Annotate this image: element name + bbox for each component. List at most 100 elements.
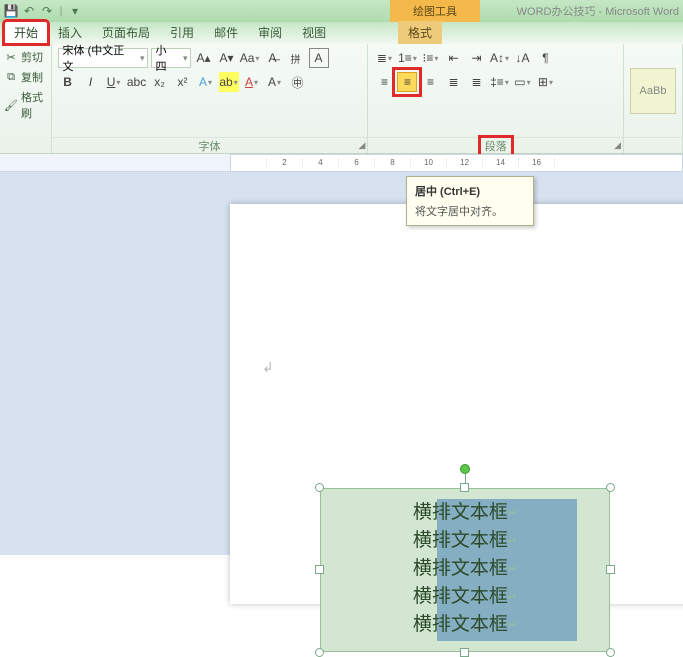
scissors-icon: ✂ <box>4 50 18 64</box>
multilevel-list-button[interactable]: ⁝≡ <box>420 48 440 68</box>
font-family-select[interactable]: 宋体 (中文正文 <box>58 48 148 68</box>
resize-handle-tl[interactable] <box>315 483 324 492</box>
styles-group-label <box>624 137 682 153</box>
change-case-button[interactable]: Aa <box>240 48 260 68</box>
quick-access-toolbar: 💾 ↶ ↷ | ▾ <box>4 4 82 18</box>
resize-handle-tm[interactable] <box>460 483 469 492</box>
shrink-font-button[interactable]: A▾ <box>217 48 237 68</box>
text-effects-button[interactable]: A <box>196 72 216 92</box>
textbox-line: 横排文本框 <box>321 527 609 555</box>
numbering-button[interactable]: 1≡ <box>397 48 417 68</box>
ruler-tick: 6 <box>339 158 375 168</box>
paragraph-group-label: 段落 ◢ <box>368 137 623 153</box>
horizontal-ruler[interactable]: 2 4 6 8 10 12 14 16 <box>230 154 683 172</box>
ruler-tick: 12 <box>447 158 483 168</box>
shading-button[interactable]: ▭ <box>512 72 532 92</box>
format-painter-button[interactable]: 🖌 格式刷 <box>2 88 49 122</box>
resize-handle-mr[interactable] <box>606 565 615 574</box>
resize-handle-br[interactable] <box>606 648 615 657</box>
tab-view[interactable]: 视图 <box>292 21 336 44</box>
textbox-line: 横排文本框 <box>321 611 609 639</box>
ruler-tick: 8 <box>375 158 411 168</box>
undo-icon[interactable]: ↶ <box>22 4 36 18</box>
font-size-select[interactable]: 小四 <box>151 48 191 68</box>
redo-icon[interactable]: ↷ <box>40 4 54 18</box>
character-shading-button[interactable]: A <box>265 72 285 92</box>
brush-icon: 🖌 <box>4 98 18 112</box>
font-dialog-launcher-icon[interactable]: ◢ <box>359 140 366 151</box>
bold-button[interactable]: B <box>58 72 78 92</box>
tab-page-layout[interactable]: 页面布局 <box>92 21 160 44</box>
italic-button[interactable]: I <box>81 72 101 92</box>
phonetic-guide-button[interactable]: 拼 <box>286 48 306 68</box>
align-left-button[interactable]: ≡ <box>374 72 394 92</box>
ruler-tick: 14 <box>483 158 519 168</box>
justify-button[interactable]: ≣ <box>443 72 463 92</box>
enclose-characters-button[interactable]: ㊥ <box>288 72 308 92</box>
rotate-handle[interactable] <box>460 464 470 474</box>
textbox-line: 横排文本框 <box>321 583 609 611</box>
align-center-button[interactable]: ≡ <box>397 72 417 92</box>
tab-review[interactable]: 审阅 <box>248 21 292 44</box>
cut-label: 剪切 <box>21 49 43 65</box>
tab-format[interactable]: 格式 <box>398 21 442 44</box>
ribbon: ✂ 剪切 ⧉ 复制 🖌 格式刷 宋体 (中文正文 小四 A▴ A▾ Aa A̶ … <box>0 44 683 154</box>
highlight-button[interactable]: ab <box>219 72 239 92</box>
tooltip-title: 居中 (Ctrl+E) <box>415 183 525 199</box>
distributed-button[interactable]: ≣ <box>466 72 486 92</box>
copy-icon: ⧉ <box>4 70 18 84</box>
document-title: WORD办公技巧 - Microsoft Word <box>517 3 679 19</box>
qat-separator: | <box>58 5 64 17</box>
subscript-button[interactable]: x₂ <box>150 72 170 92</box>
align-right-button[interactable]: ≡ <box>420 72 440 92</box>
save-icon[interactable]: 💾 <box>4 4 18 18</box>
text-direction-button[interactable]: A↕ <box>489 48 509 68</box>
style-swatch-normal[interactable]: AaBb <box>630 68 676 114</box>
ruler-tick: 10 <box>411 158 447 168</box>
strikethrough-button[interactable]: abc <box>127 72 147 92</box>
customize-qat-icon[interactable]: ▾ <box>68 4 82 18</box>
group-clipboard: ✂ 剪切 ⧉ 复制 🖌 格式刷 <box>0 44 52 153</box>
tab-insert[interactable]: 插入 <box>48 21 92 44</box>
underline-button[interactable]: U <box>104 72 124 92</box>
resize-handle-tr[interactable] <box>606 483 615 492</box>
clear-formatting-button[interactable]: A̶ <box>263 48 283 68</box>
sort-button[interactable]: ↓A <box>512 48 532 68</box>
textbox-text[interactable]: 横排文本框 横排文本框 横排文本框 横排文本框 横排文本框 <box>321 499 609 639</box>
decrease-indent-button[interactable]: ⇤ <box>443 48 463 68</box>
copy-label: 复制 <box>21 69 43 85</box>
ruler-area: 2 4 6 8 10 12 14 16 <box>0 154 683 172</box>
textbox-body[interactable]: 横排文本框 横排文本框 横排文本框 横排文本框 横排文本框 <box>320 488 610 652</box>
textbox-shape[interactable]: 横排文本框 横排文本框 横排文本框 横排文本框 横排文本框 <box>320 488 610 652</box>
tab-references[interactable]: 引用 <box>160 21 204 44</box>
grow-font-button[interactable]: A▴ <box>194 48 214 68</box>
textbox-line: 横排文本框 <box>321 499 609 527</box>
ribbon-tabs: 开始 插入 页面布局 引用 邮件 审阅 视图 格式 <box>0 22 683 44</box>
tooltip-body: 将文字居中对齐。 <box>415 203 525 219</box>
tab-home[interactable]: 开始 <box>4 21 48 44</box>
paragraph-dialog-launcher-icon[interactable]: ◢ <box>614 140 621 151</box>
font-color-button[interactable]: A <box>242 72 262 92</box>
resize-handle-bl[interactable] <box>315 648 324 657</box>
tab-mailings[interactable]: 邮件 <box>204 21 248 44</box>
align-center-highlight: ≡ <box>397 72 417 92</box>
cut-button[interactable]: ✂ 剪切 <box>2 48 49 66</box>
paragraph-label-highlight: 段落 <box>481 138 511 154</box>
textbox-line: 横排文本框 <box>321 555 609 583</box>
resize-handle-bm[interactable] <box>460 648 469 657</box>
ruler-tick <box>231 158 267 168</box>
superscript-button[interactable]: x² <box>173 72 193 92</box>
resize-handle-ml[interactable] <box>315 565 324 574</box>
paragraph-mark-icon: ↲ <box>262 360 274 377</box>
increase-indent-button[interactable]: ⇥ <box>466 48 486 68</box>
title-bar: 💾 ↶ ↷ | ▾ WORD办公技巧 - Microsoft Word 绘图工具 <box>0 0 683 22</box>
document-canvas: ↲ 横排文本框 横排文本框 横排文本框 横排文本框 横排文本框 <box>0 172 683 555</box>
show-marks-button[interactable]: ¶ <box>535 48 555 68</box>
line-spacing-button[interactable]: ‡≡ <box>489 72 509 92</box>
character-border-button[interactable]: A <box>309 48 329 68</box>
borders-button[interactable]: ⊞ <box>535 72 555 92</box>
bullets-button[interactable]: ≣ <box>374 48 394 68</box>
copy-button[interactable]: ⧉ 复制 <box>2 68 49 86</box>
ruler-tick: 2 <box>267 158 303 168</box>
group-font: 宋体 (中文正文 小四 A▴ A▾ Aa A̶ 拼 A B I U abc x₂… <box>52 44 369 153</box>
